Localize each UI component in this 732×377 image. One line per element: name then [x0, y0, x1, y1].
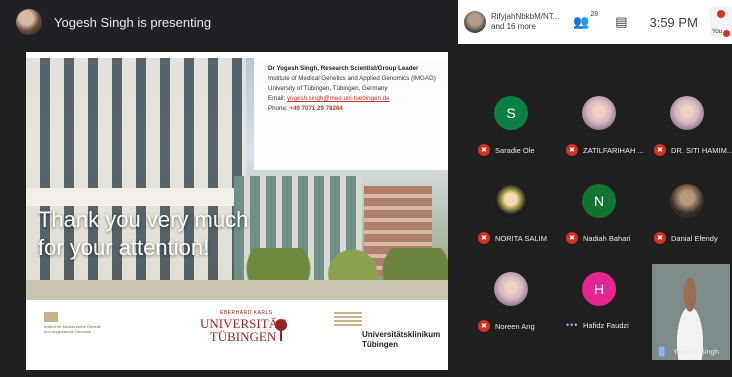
klinikum-line1: Universitätsklinikum [362, 330, 441, 339]
self-label: You [711, 29, 723, 35]
participant-name: Saradie Ole [495, 145, 535, 155]
participants-summary-line1: RifyjahNbkbM/NT... [491, 12, 560, 21]
participants-summary[interactable]: RifyjahNbkbM/NT... and 16 more [491, 12, 561, 32]
presenting-bar: Yogesh Singh is presenting [0, 0, 458, 44]
mic-off-icon: ✖ [566, 144, 578, 156]
meet-window: Yogesh Singh is presenting RifyjahNbkbM/… [0, 0, 732, 377]
participant-name: Danial Efendy [671, 233, 718, 243]
participant-tile[interactable]: ✖ Danial Efendy [650, 176, 730, 256]
participant-name: Hafidz Faudzi [583, 320, 629, 330]
people-icon[interactable]: 👥 28 [573, 11, 598, 30]
participant-label: ••• Hafidz Faudzi [566, 320, 629, 330]
participant-label: ✖ Nadiah Bahari [566, 232, 631, 244]
speaker-university: University of Tübingen, Tübingen, German… [268, 85, 388, 92]
participant-avatar: S [494, 96, 528, 130]
ground [26, 280, 448, 300]
participant-avatar [670, 184, 704, 218]
clock: 3:59 PM [649, 14, 698, 30]
logo-footer: Institut für Medizinische Genetik und An… [26, 302, 448, 370]
thanks-line2: for your attention! [38, 235, 210, 260]
more-options-icon[interactable]: ••• [566, 320, 578, 330]
institute-logo-text: Institut für Medizinische Genetik und An… [44, 324, 101, 334]
participant-name: ZATILFARIHAH ... [583, 145, 644, 155]
presentation-slide: Thank you very much for your attention! … [26, 52, 448, 370]
speaking-indicator-icon: ▐▌ [656, 347, 668, 356]
mic-off-icon: ✖ [478, 232, 490, 244]
participant-label: ✖ DR. SITI HAMIM... [654, 144, 732, 156]
participant-avatar [494, 272, 528, 306]
klinikum-logo-mark [334, 312, 362, 326]
presenter-name: Yogesh Singh [673, 347, 720, 356]
participant-count: 28 [590, 11, 599, 18]
participant-label: ✖ Noreen Ang [478, 320, 535, 332]
participant-avatar [670, 96, 704, 130]
participant-tile[interactable]: ✖ Noreen Ang [474, 264, 554, 344]
presenter-avatar [16, 9, 42, 35]
meeting-toolbar: RifyjahNbkbM/NT... and 16 more 👥 28 ▤ 3:5… [458, 0, 732, 44]
speaker-email: yogesh.singh@med.uni-tuebingen.de [286, 95, 390, 102]
participant-tile[interactable]: ✖ DR. SITI HAMIM... [650, 88, 732, 168]
thanks-text: Thank you very much for your attention! [38, 206, 248, 262]
presenting-label: Yogesh Singh is presenting [54, 14, 212, 30]
contact-info: Dr Yogesh Singh, Research Scientist/Grou… [254, 58, 448, 170]
participant-tile[interactable]: ✖ ZATILFARIHAH ... [562, 88, 644, 168]
mic-off-icon: ✖ [654, 144, 666, 156]
participant-tile[interactable]: ✖ NORITA SALIM [474, 176, 554, 256]
speaker-institute: Institute of Medical Genetics and Applie… [268, 75, 436, 82]
presenter-label: ▐▌ Yogesh Singh [656, 347, 719, 356]
institute-logo: Institut für Medizinische Genetik und An… [44, 312, 106, 334]
klinikum-line2: Tübingen [362, 340, 398, 349]
record-indicator-icon [723, 30, 730, 37]
participant-grid: S ✖ Saradie Ole ✖ ZATILFARIHAH ... ✖ DR. SI… [474, 88, 732, 364]
email-prefix: Email: [268, 95, 286, 102]
building-left [26, 58, 246, 298]
mic-off-icon [716, 10, 725, 18]
participant-label: ✖ NORITA SALIM [478, 232, 547, 244]
mic-off-icon: ✖ [654, 232, 666, 244]
speaker-email-row: Email: yogesh.singh@med.uni-tuebingen.de [268, 94, 440, 104]
participants-summary-line2: and 16 more [491, 22, 536, 31]
mic-off-icon: ✖ [566, 232, 578, 244]
presenter-video-tile[interactable]: ▐▌ Yogesh Singh [652, 264, 730, 360]
participant-avatar: N [582, 184, 616, 218]
participant-tile[interactable]: N ✖ Nadiah Bahari [562, 176, 642, 256]
participant-name: NORITA SALIM [495, 233, 547, 243]
participant-label: ✖ Danial Efendy [654, 232, 718, 244]
participant-label: ✖ Saradie Ole [478, 144, 535, 156]
thanks-line1: Thank you very much [38, 207, 249, 232]
participant-name: Nadiah Bahari [583, 233, 631, 243]
participant-label: ✖ ZATILFARIHAH ... [566, 144, 644, 156]
speaker-phone: +49 7071 29 78264 [289, 105, 343, 112]
speaker-phone-row: Phone: +49 7071 29 78264 [268, 104, 440, 114]
participant-avatar [582, 96, 616, 130]
participant-name: Noreen Ang [495, 321, 535, 331]
participant-tile[interactable]: H ••• Hafidz Faudzi [562, 264, 642, 344]
speaker-name: Dr Yogesh Singh, Research Scientist/Grou… [268, 65, 419, 72]
participant-tile[interactable]: S ✖ Saradie Ole [474, 88, 554, 168]
participant-avatar [494, 184, 528, 218]
participant-name: DR. SITI HAMIM... [671, 145, 732, 155]
participants-thumbnail[interactable] [464, 11, 486, 33]
university-tree-icon [275, 319, 287, 341]
klinikum-logo: Universitätsklinikum Tübingen [362, 330, 440, 350]
phone-prefix: Phone: [268, 105, 288, 112]
participant-avatar: H [582, 272, 616, 306]
mic-off-icon: ✖ [478, 144, 490, 156]
chat-icon[interactable]: ▤ [615, 14, 627, 30]
mic-off-icon: ✖ [478, 320, 490, 332]
building-photo: Thank you very much for your attention! … [26, 58, 448, 300]
institute-logo-mark [44, 312, 58, 322]
building-band [26, 188, 246, 206]
